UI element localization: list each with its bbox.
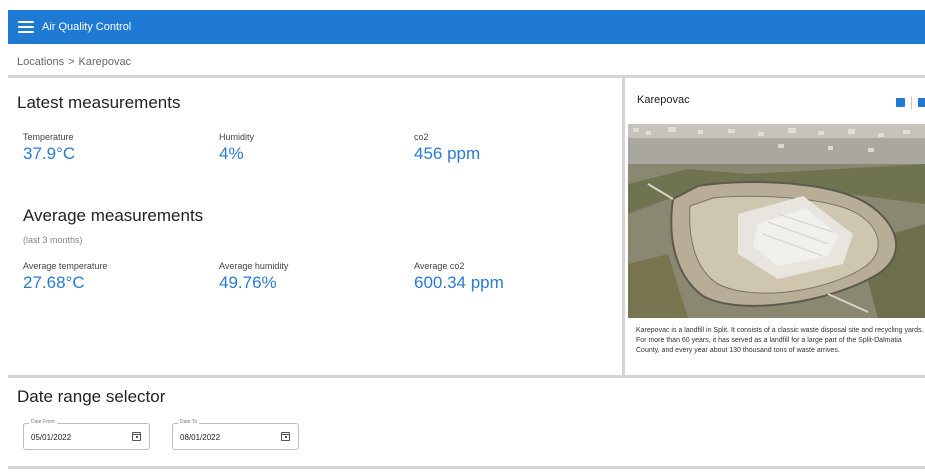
- average-measurements-title: Average measurements: [23, 206, 204, 225]
- app-bar: Air Quality Control: [8, 10, 925, 44]
- average-temperature-value: 27.68°C: [23, 273, 85, 292]
- calendar-icon[interactable]: [281, 432, 290, 441]
- average-co2-label: Average co2: [414, 261, 465, 271]
- average-co2-value: 600.34 ppm: [414, 273, 504, 292]
- latest-measurements-title: Latest measurements: [17, 93, 181, 112]
- landfill-aerial-image: [628, 124, 925, 318]
- image-icon[interactable]: [918, 98, 925, 107]
- date-range-title: Date range selector: [17, 387, 166, 406]
- breadcrumb-current: Karepovac: [78, 56, 132, 68]
- divider-top: [8, 75, 925, 78]
- location-photo: [628, 124, 925, 318]
- average-temperature-label: Average temperature: [23, 261, 108, 271]
- divider-vertical: [622, 78, 625, 375]
- icon-separator: [911, 96, 912, 109]
- date-to-label: Date To: [178, 419, 200, 425]
- location-name: Karepovac: [637, 94, 690, 106]
- co2-label: co2: [414, 132, 429, 142]
- breadcrumb-locations-link[interactable]: Locations: [17, 56, 64, 68]
- date-from-field[interactable]: Date From 05/01/2022: [23, 419, 150, 450]
- average-period-subtitle: (last 3 months): [23, 235, 83, 245]
- location-description: Karepovac is a landfill in Split. It con…: [636, 327, 924, 354]
- divider-middle: [8, 375, 925, 378]
- humidity-label: Humidity: [219, 132, 255, 142]
- co2-value: 456 ppm: [414, 144, 481, 163]
- divider-bottom: [8, 466, 925, 469]
- humidity-value: 4%: [219, 144, 244, 163]
- calendar-icon[interactable]: [132, 432, 141, 441]
- breadcrumb: Locations > Karepovac: [17, 56, 135, 68]
- average-humidity-label: Average humidity: [219, 261, 289, 271]
- date-from-label: Date From: [29, 419, 57, 425]
- temperature-label: Temperature: [23, 132, 74, 142]
- temperature-value: 37.9°C: [23, 144, 76, 163]
- date-from-value[interactable]: 05/01/2022: [31, 433, 71, 442]
- date-to-field[interactable]: Date To 08/01/2022: [172, 419, 299, 450]
- app-title: Air Quality Control: [42, 21, 132, 33]
- hamburger-menu-icon[interactable]: [18, 21, 34, 33]
- location-actions: [896, 96, 925, 109]
- map-icon[interactable]: [896, 98, 905, 107]
- average-humidity-value: 49.76%: [219, 273, 277, 292]
- date-to-value[interactable]: 08/01/2022: [180, 433, 220, 442]
- breadcrumb-separator: >: [68, 56, 75, 68]
